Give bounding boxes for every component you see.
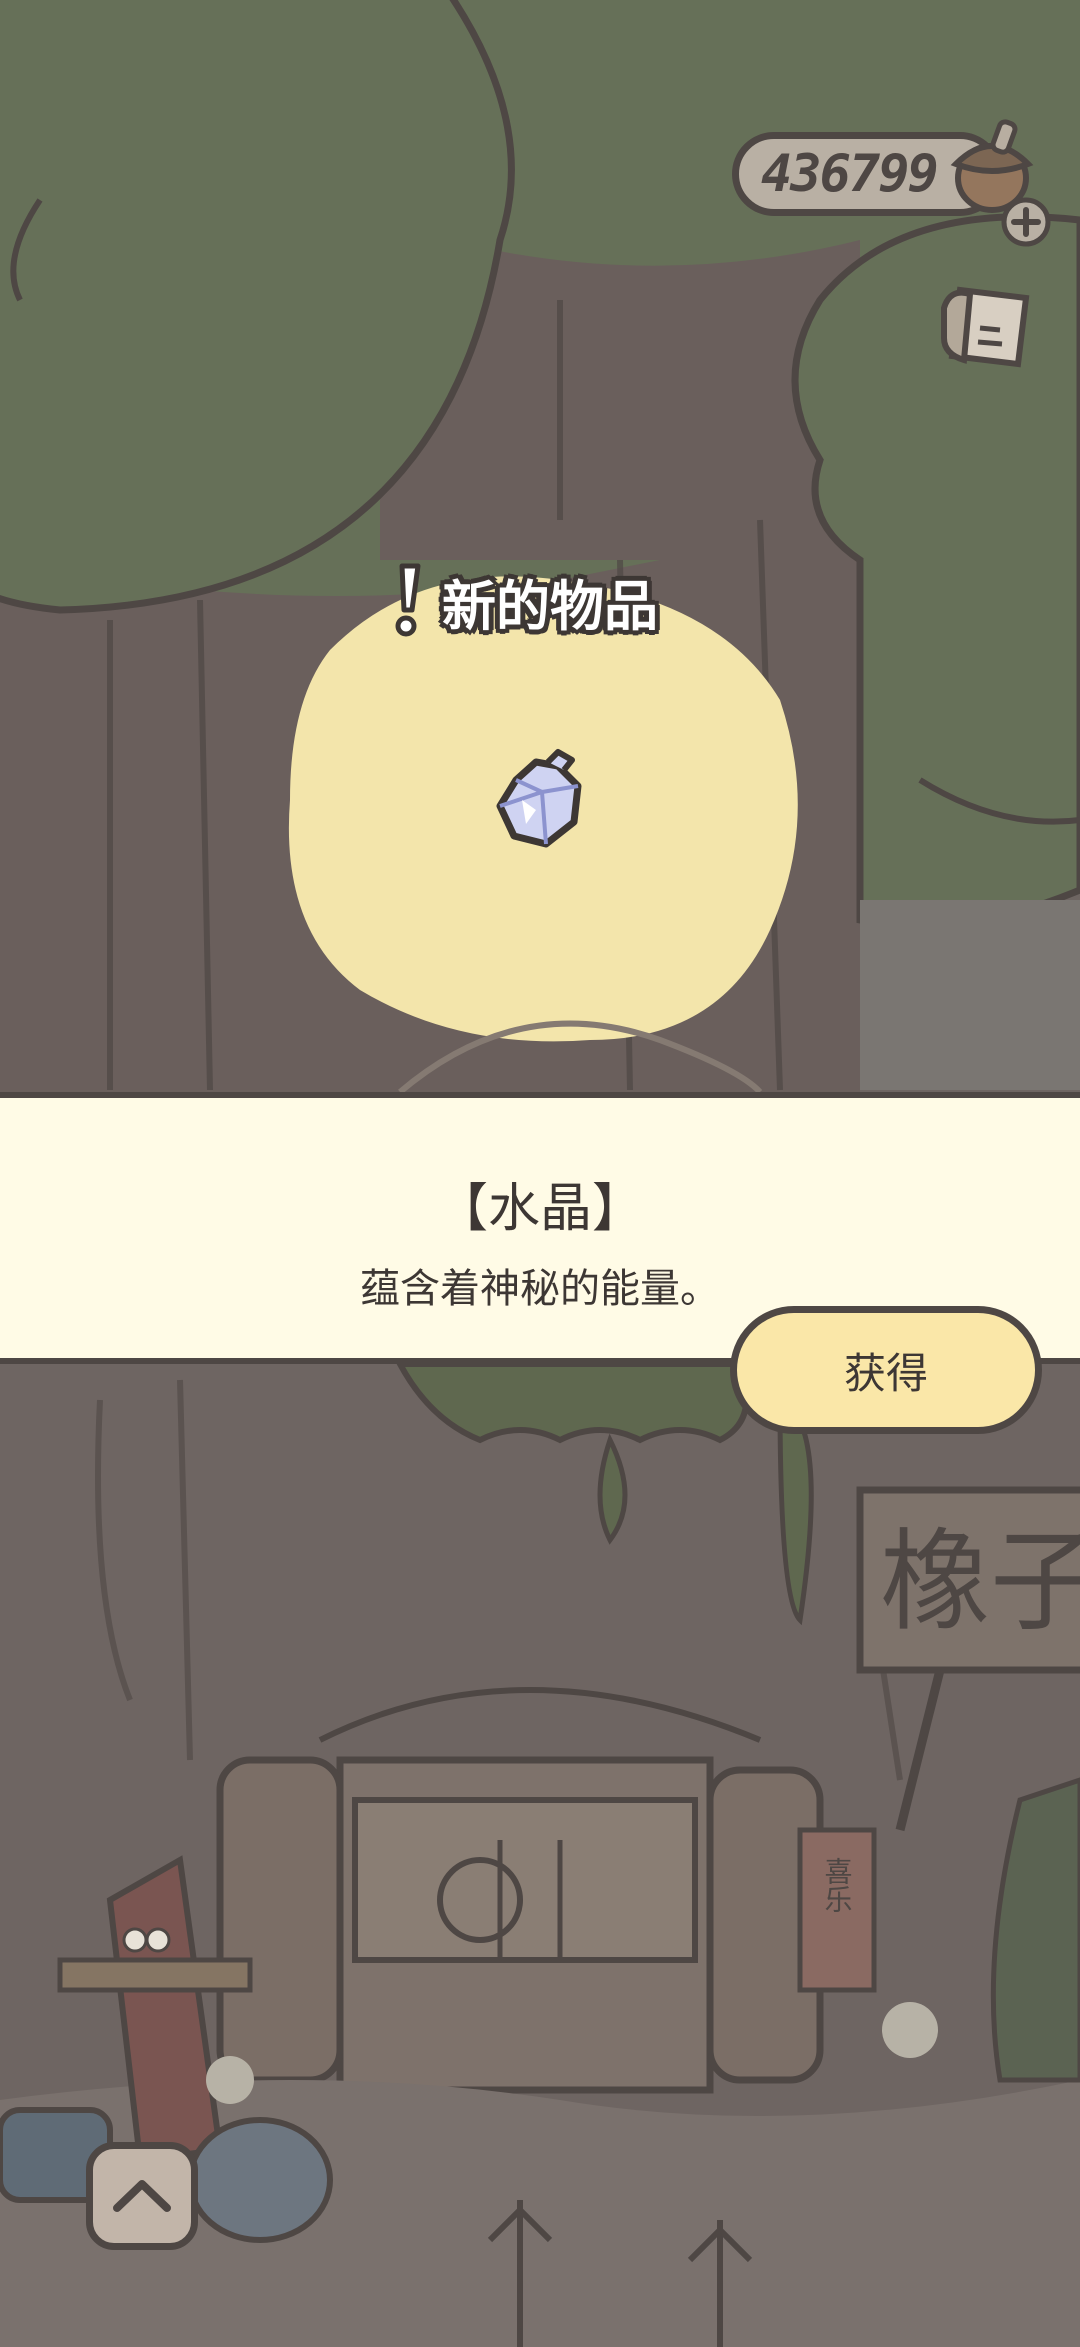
sign-text: 橡子	[880, 1518, 1080, 1646]
add-acorns-icon[interactable]	[1000, 196, 1052, 248]
menu-toggle-button[interactable]	[86, 2142, 198, 2250]
exclamation-icon	[395, 563, 421, 637]
obtain-button[interactable]: 获得	[730, 1306, 1042, 1434]
crystal-icon	[496, 749, 582, 848]
new-item-notice: 新的物品	[392, 566, 658, 638]
couplet-text: 喜乐	[821, 1857, 854, 1913]
new-item-label: 新的物品	[442, 574, 658, 638]
chevron-up-icon	[113, 2180, 171, 2212]
notes-icon[interactable]	[930, 268, 1050, 388]
obtain-button-label: 获得	[843, 1348, 928, 1398]
item-name: 【水晶】	[435, 1179, 644, 1239]
acorn-count: 436799	[761, 144, 939, 204]
